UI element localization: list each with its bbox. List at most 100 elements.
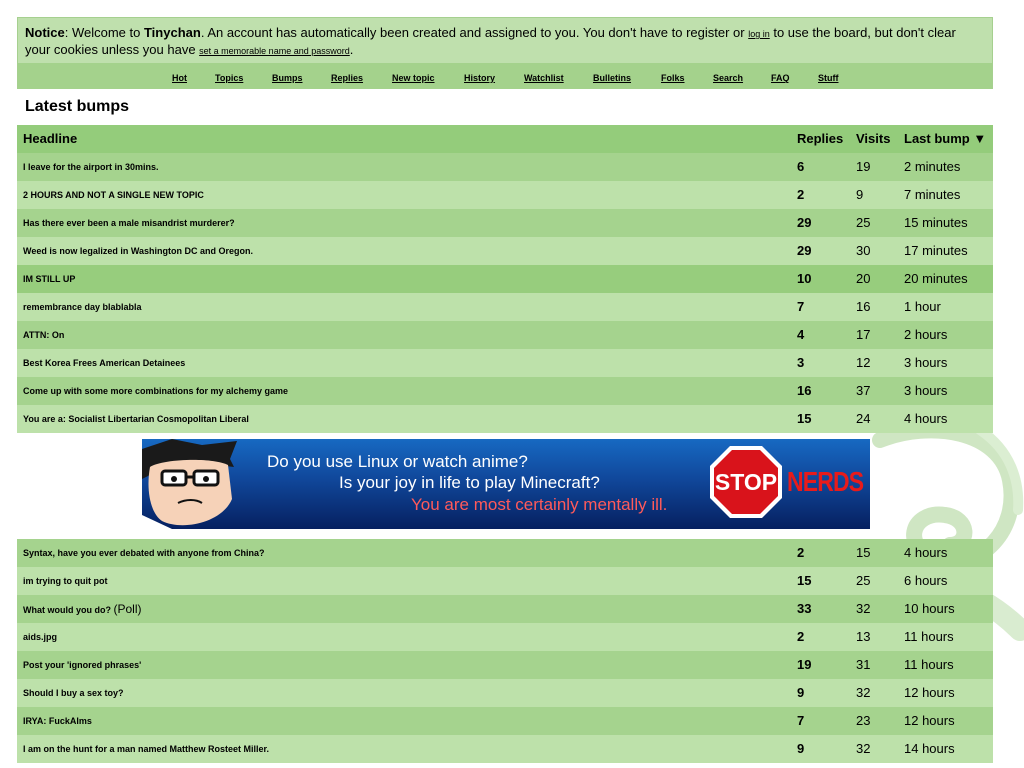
topic-headline-text: remembrance day blablabla (23, 302, 142, 312)
column-last-bump[interactable]: Last bump ▼ (904, 125, 986, 153)
reply-count: 15 (797, 411, 812, 426)
topic-headline-link[interactable]: Best Korea Frees American Detainees (23, 349, 185, 377)
last-bump-time: 17 minutes (904, 243, 968, 258)
visit-count: 32 (856, 601, 871, 616)
topic-headline-link[interactable]: Syntax, have you ever debated with anyon… (23, 539, 265, 567)
nav-history[interactable]: History (464, 73, 495, 83)
reply-count: 29 (797, 215, 812, 230)
reply-count: 10 (797, 271, 812, 286)
stop-sign-icon: STOP (710, 446, 782, 518)
topic-headline-link[interactable]: aids.jpg (23, 623, 57, 651)
topic-headline-text: You are a: Socialist Libertarian Cosmopo… (23, 414, 249, 424)
reply-count: 6 (797, 159, 805, 174)
column-visits[interactable]: Visits (856, 125, 890, 153)
topic-headline-text: ATTN: On (23, 330, 65, 340)
site-name: Tinychan (143, 25, 201, 40)
topic-headline-link[interactable]: IM STILL UP (23, 265, 75, 293)
topics-table-top: Headline Replies Visits Last bump ▼ I le… (17, 125, 993, 433)
topic-headline-link[interactable]: IRYA: FuckAlms (23, 707, 92, 735)
last-bump-time: 3 hours (904, 355, 948, 370)
table-row: Best Korea Frees American Detainees 3 12 3 … (17, 349, 993, 377)
topic-headline-link[interactable]: Post your 'ignored phrases' (23, 651, 141, 679)
login-link[interactable]: log in (748, 29, 770, 39)
nav-bulletins[interactable]: Bulletins (593, 73, 631, 83)
banner-nerds: NERDS (787, 466, 864, 497)
topic-headline-text: Has there ever been a male misandrist mu… (23, 218, 235, 228)
topic-headline-link[interactable]: 2 HOURS AND NOT A SINGLE NEW TOPIC (23, 181, 204, 209)
table-row: IRYA: FuckAlms 7 23 12 hours (17, 707, 993, 735)
nav-bumps[interactable]: Bumps (272, 73, 303, 83)
topic-headline-text: I am on the hunt for a man named Matthew… (23, 744, 270, 754)
topic-headline-link[interactable]: im trying to quit pot (23, 567, 108, 595)
table-row: im trying to quit pot 15 25 6 hours (17, 567, 993, 595)
last-bump-time: 14 hours (904, 741, 955, 756)
notice-text: Notice: Welcome to Tinychan. An account … (25, 25, 980, 59)
topic-headline-text: Weed is now legalized in Washington DC a… (23, 246, 254, 256)
notice-text-1: : Welcome to (64, 25, 144, 40)
reply-count: 4 (797, 327, 805, 342)
topic-headline-link[interactable]: I leave for the airport in 30mins. (23, 153, 159, 181)
topic-headline-link[interactable]: I am on the hunt for a man named Matthew… (23, 735, 269, 763)
last-bump-time: 10 hours (904, 601, 955, 616)
topic-headline-text: What would you do? (23, 605, 111, 615)
table-row: Post your 'ignored phrases' 19 31 11 hours (17, 651, 993, 679)
topic-headline-link[interactable]: ATTN: On (23, 321, 64, 349)
nav-folks[interactable]: Folks (661, 73, 685, 83)
topic-headline-link[interactable]: Has there ever been a male misandrist mu… (23, 209, 235, 237)
topic-headline-text: I leave for the airport in 30mins. (23, 162, 159, 172)
topic-headline-text: Best Korea Frees American Detainees (23, 358, 186, 368)
visit-count: 23 (856, 713, 871, 728)
topic-headline-link[interactable]: Should I buy a sex toy? (23, 679, 124, 707)
cartoon-face-icon (142, 439, 237, 529)
notice-text-4: . (349, 42, 354, 57)
nav-hot[interactable]: Hot (172, 73, 187, 83)
table-row: I leave for the airport in 30mins. 6 19 2 m… (17, 153, 993, 181)
nav-search[interactable]: Search (713, 73, 743, 83)
ad-banner[interactable]: Do you use Linux or watch anime? Is your… (142, 439, 870, 529)
stop-text: STOP (715, 469, 777, 495)
reply-count: 2 (797, 545, 805, 560)
topic-headline-text: Come up with some more combinations for … (23, 386, 289, 396)
nav-topics[interactable]: Topics (215, 73, 243, 83)
page-title: Latest bumps (25, 98, 130, 115)
table-row: Should I buy a sex toy? 9 32 12 hours (17, 679, 993, 707)
reply-count: 7 (797, 299, 805, 314)
visit-count: 15 (856, 545, 871, 560)
last-bump-time: 3 hours (904, 383, 948, 398)
nav-replies[interactable]: Replies (331, 73, 363, 83)
topic-headline-text: Syntax, have you ever debated with anyon… (23, 548, 265, 558)
topic-headline-text: IM STILL UP (23, 274, 76, 284)
visit-count: 9 (856, 187, 864, 202)
column-replies[interactable]: Replies (797, 125, 843, 153)
topic-headline-link[interactable]: remembrance day blablabla (23, 293, 142, 321)
table-header: Headline Replies Visits Last bump ▼ (17, 125, 993, 153)
nav-faq[interactable]: FAQ (771, 73, 790, 83)
table-row: ATTN: On 4 17 2 hours (17, 321, 993, 349)
last-bump-time: 12 hours (904, 685, 955, 700)
nav-stuff[interactable]: Stuff (818, 73, 839, 83)
main-nav: Hot Topics Bumps Replies New topic Histo… (18, 63, 992, 89)
table-row: You are a: Socialist Libertarian Cosmopo… (17, 405, 993, 433)
reply-count: 7 (797, 713, 805, 728)
nav-watchlist[interactable]: Watchlist (524, 73, 564, 83)
last-bump-time: 1 hour (904, 299, 941, 314)
topic-headline-link[interactable]: Weed is now legalized in Washington DC a… (23, 237, 253, 265)
topic-headline-link[interactable]: Come up with some more combinations for … (23, 377, 288, 405)
reply-count: 19 (797, 657, 812, 672)
poll-tag: (Poll) (113, 602, 142, 616)
last-bump-time: 4 hours (904, 411, 948, 426)
last-bump-time: 11 hours (904, 657, 954, 672)
reply-count: 2 (797, 629, 805, 644)
topic-headline-link[interactable]: You are a: Socialist Libertarian Cosmopo… (23, 405, 249, 433)
table-row: IM STILL UP 10 20 20 minutes (17, 265, 993, 293)
reply-count: 3 (797, 355, 805, 370)
visit-count: 20 (856, 271, 871, 286)
column-headline: Headline (23, 131, 78, 146)
topic-headline-link[interactable]: What would you do? (Poll) (23, 595, 142, 623)
nav-new-topic[interactable]: New topic (392, 73, 435, 83)
set-name-link[interactable]: set a memorable name and password (199, 46, 350, 56)
topic-headline-text: im trying to quit pot (23, 576, 108, 586)
visit-count: 25 (856, 573, 871, 588)
topic-headline-text: 2 HOURS AND NOT A SINGLE NEW TOPIC (23, 190, 204, 200)
notice-label: Notice (25, 25, 65, 40)
